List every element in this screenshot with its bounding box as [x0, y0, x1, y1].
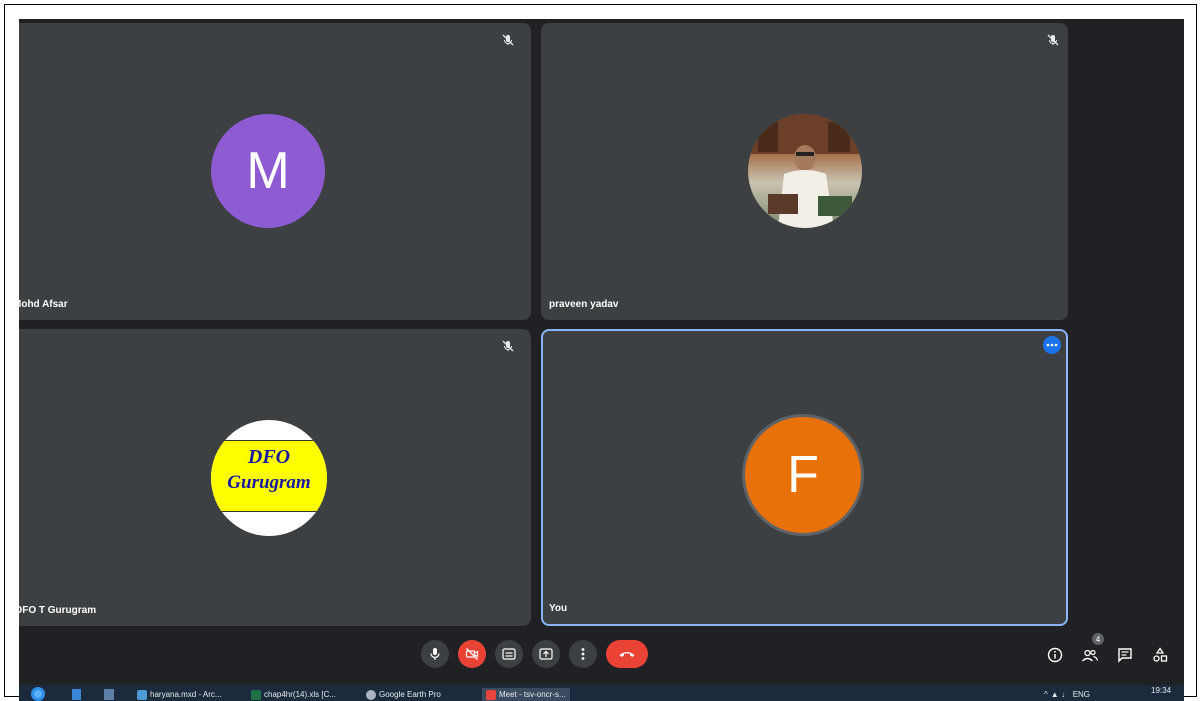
- chat-button[interactable]: [1115, 645, 1135, 665]
- taskbar-item-google-earth[interactable]: Google Earth Pro: [366, 688, 441, 701]
- chrome-icon: [486, 689, 496, 700]
- participant-tile-dfo-gurugram[interactable]: DFO Gurugram DFO T Gurugram: [19, 329, 531, 626]
- mic-muted-icon: [502, 34, 514, 46]
- more-options-button[interactable]: [569, 640, 597, 668]
- participant-name: praveen yadav: [549, 299, 619, 310]
- camera-off-button[interactable]: [458, 640, 486, 668]
- avatar: F: [745, 417, 861, 533]
- captions-icon: [502, 648, 516, 660]
- excel-icon: [251, 689, 261, 700]
- activities-button[interactable]: [1150, 645, 1170, 665]
- participant-tile-praveen-yadav[interactable]: praveen yadav: [541, 23, 1068, 320]
- language-indicator[interactable]: ENG: [1073, 690, 1090, 699]
- participant-count: 4: [1095, 634, 1101, 644]
- avatar-initial: M: [246, 142, 290, 200]
- chat-icon: [1118, 648, 1132, 663]
- captions-button[interactable]: [495, 640, 523, 668]
- profile-photo: [748, 114, 862, 228]
- present-icon: [539, 648, 553, 660]
- mic-muted-icon: [1047, 34, 1059, 46]
- participant-name: You: [549, 603, 568, 614]
- meet-window: M Mohd Afsar: [19, 19, 1184, 685]
- mic-icon: [430, 648, 440, 660]
- activities-icon: [1153, 647, 1168, 662]
- participant-count-badge: 4: [1092, 633, 1104, 645]
- people-button[interactable]: 4: [1080, 633, 1104, 665]
- info-icon: [1047, 647, 1063, 663]
- google-earth-icon: [366, 689, 376, 700]
- avatar-initial: F: [787, 446, 819, 504]
- dfo-logo: DFO Gurugram: [211, 420, 327, 536]
- taskbar-item-label: haryana.mxd - Arc...: [150, 690, 222, 699]
- windows-taskbar: haryana.mxd - Arc... chap4hr(14).xls [C.…: [19, 685, 1184, 701]
- participant-tile-you[interactable]: F You: [541, 329, 1068, 626]
- speaker-icon: ♩: [1061, 690, 1070, 699]
- mic-button[interactable]: [421, 640, 449, 668]
- meeting-details-button[interactable]: [1045, 645, 1065, 665]
- present-button[interactable]: [532, 640, 560, 668]
- taskbar-item-label: Google Earth Pro: [379, 690, 441, 699]
- people-icon: [1082, 649, 1099, 662]
- end-call-button[interactable]: [606, 640, 648, 668]
- mic-muted-icon: [502, 340, 514, 352]
- more-horizontal-icon: [1046, 343, 1058, 347]
- more-options-button[interactable]: [1043, 336, 1061, 354]
- start-button[interactable]: [31, 687, 45, 701]
- camera-off-icon: [465, 648, 479, 660]
- taskbar-item-label: Meet - tsv-oncr-s...: [499, 690, 566, 699]
- clock[interactable]: 19:34: [1151, 685, 1171, 695]
- taskbar-item-label: chap4hr(14).xls [C...: [264, 690, 337, 699]
- file-explorer-taskbar-icon[interactable]: [72, 689, 81, 700]
- participant-name: Mohd Afsar: [19, 299, 68, 310]
- taskbar-item-meet[interactable]: Meet - tsv-oncr-s...: [482, 688, 570, 701]
- clock-time: 19:34: [1151, 685, 1172, 695]
- logo-line-1: DFO: [247, 446, 291, 468]
- system-tray[interactable]: ^ ▲ ♩ ENG: [1044, 688, 1090, 701]
- participant-name: DFO T Gurugram: [19, 605, 97, 616]
- avatar: M: [211, 114, 325, 228]
- taskbar-item-excel[interactable]: chap4hr(14).xls [C...: [251, 688, 336, 701]
- logo-line-2: Gurugram: [227, 472, 311, 493]
- more-vertical-icon: [581, 648, 585, 660]
- document-taskbar-icon[interactable]: [104, 689, 114, 700]
- chevron-up-icon: ^: [1044, 690, 1048, 699]
- windows-logo-icon: [34, 690, 42, 698]
- network-icon: ▲: [1050, 690, 1059, 699]
- participant-tile-mohd-afsar[interactable]: M Mohd Afsar: [19, 23, 531, 320]
- arcmap-icon: [137, 689, 147, 700]
- end-call-icon: [619, 652, 635, 657]
- taskbar-item-arcmap[interactable]: haryana.mxd - Arc...: [137, 688, 222, 701]
